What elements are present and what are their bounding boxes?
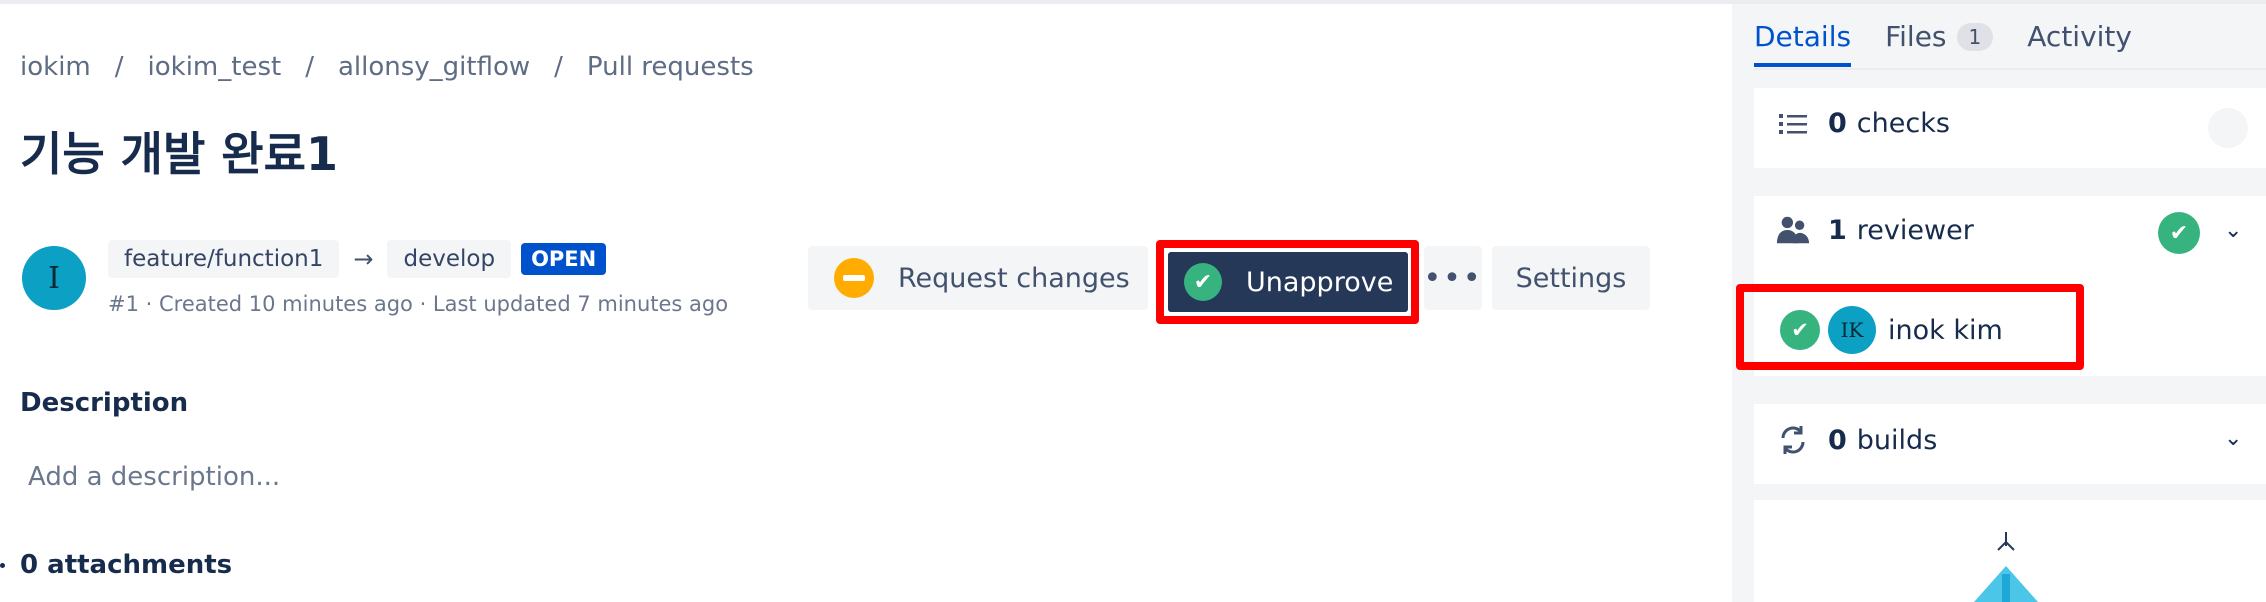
page-title: 기능 개발 완료1 xyxy=(20,127,338,181)
checks-panel[interactable]: 0 checks xyxy=(1754,88,2266,168)
request-changes-button[interactable]: Request changes xyxy=(808,246,1148,310)
reviewers-row[interactable]: 1 reviewer xyxy=(1776,214,1974,246)
tab-label: Files xyxy=(1885,20,1947,53)
source-branch[interactable]: feature/function1 xyxy=(108,240,340,278)
status-badge: OPEN xyxy=(521,243,607,275)
settings-button[interactable]: Settings xyxy=(1492,246,1650,310)
more-icon: ••• xyxy=(1423,260,1483,296)
unapprove-label: Unapprove xyxy=(1246,266,1394,298)
sidebar-tabs: Details Files 1 Activity xyxy=(1754,20,2166,67)
reviewers-label: reviewer xyxy=(1856,214,1974,246)
tab-files[interactable]: Files 1 xyxy=(1885,20,1994,67)
approved-icon: ✔ xyxy=(2158,212,2200,254)
builds-row: 0 builds xyxy=(1776,424,1937,456)
reviewers-count: 1 xyxy=(1828,214,1847,246)
builds-panel[interactable]: 0 builds ⌄ xyxy=(1754,404,2266,484)
chevron-down-icon: ⌄ xyxy=(2224,426,2243,451)
request-changes-label: Request changes xyxy=(898,262,1130,294)
breadcrumb-workspace[interactable]: iokim xyxy=(20,52,91,82)
tab-label: Activity xyxy=(2027,20,2132,53)
target-branch[interactable]: develop xyxy=(387,240,512,278)
bullet-icon xyxy=(0,563,5,568)
builds-label: builds xyxy=(1856,424,1938,456)
pr-meta: #1 · Created 10 minutes ago · Last updat… xyxy=(108,292,729,316)
breadcrumb-project[interactable]: iokim_test xyxy=(148,52,282,82)
builds-count: 0 xyxy=(1828,424,1847,456)
settings-label: Settings xyxy=(1515,262,1627,294)
checks-count: 0 xyxy=(1828,108,1847,139)
reviewer-name: inok kim xyxy=(1888,314,2003,346)
breadcrumb-separator: / xyxy=(305,52,314,82)
builds-illustration-panel xyxy=(1754,500,2266,602)
tabs-divider xyxy=(1754,68,2266,70)
reviewer-item[interactable]: ✔ IK inok kim xyxy=(1780,306,2003,354)
files-count-badge: 1 xyxy=(1956,22,1994,51)
branch-info: feature/function1 → develop OPEN xyxy=(108,240,607,278)
approved-icon: ✔ xyxy=(1780,310,1820,350)
refresh-icon xyxy=(1776,424,1810,456)
breadcrumb: iokim / iokim_test / allonsy_gitflow / P… xyxy=(20,52,754,82)
list-icon xyxy=(1776,112,1810,136)
more-actions-button[interactable]: ••• xyxy=(1423,246,1483,310)
checks-row: 0 checks xyxy=(1776,108,1950,139)
tab-label: Details xyxy=(1754,20,1852,53)
checks-label: checks xyxy=(1856,108,1950,139)
request-changes-icon xyxy=(834,258,874,298)
tab-activity[interactable]: Activity xyxy=(2027,20,2132,67)
author-avatar[interactable]: I xyxy=(22,246,86,310)
breadcrumb-pull-requests[interactable]: Pull requests xyxy=(587,52,754,82)
people-icon xyxy=(1776,214,1810,246)
check-icon: ✔ xyxy=(1184,263,1222,301)
description-heading: Description xyxy=(20,388,189,418)
breadcrumb-separator: / xyxy=(114,52,124,82)
tab-details[interactable]: Details xyxy=(1754,20,1852,67)
checks-status-icon xyxy=(2208,108,2248,148)
unapprove-button[interactable]: ✔ Unapprove xyxy=(1168,252,1408,312)
breadcrumb-repository[interactable]: allonsy_gitflow xyxy=(338,52,530,82)
attachments-heading[interactable]: 0 attachments xyxy=(20,550,232,580)
chevron-down-icon[interactable]: ⌄ xyxy=(2224,218,2242,243)
breadcrumb-separator: / xyxy=(554,52,563,82)
builds-illustration-icon xyxy=(1974,532,2038,602)
arrow-right-icon: → xyxy=(353,245,374,273)
avatar: IK xyxy=(1828,306,1876,354)
description-input[interactable]: Add a description... xyxy=(28,462,280,492)
